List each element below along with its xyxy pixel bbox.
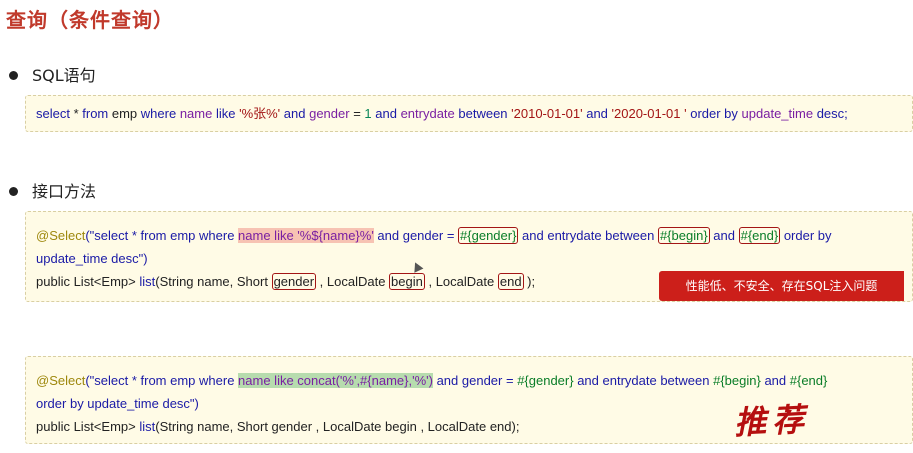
code-token: entrydate xyxy=(400,106,455,121)
code-token: public List<Emp> xyxy=(36,419,140,434)
arg-gender: gender xyxy=(271,273,317,290)
code-token: select xyxy=(36,106,70,121)
code-token: order by xyxy=(780,228,832,243)
code-token: (String name, Short xyxy=(155,274,272,289)
section-interface-heading: 接口方法 xyxy=(32,182,97,201)
code-token: emp xyxy=(108,106,141,121)
warning-badge: 性能低、不安全、存在SQL注入问题 xyxy=(659,271,904,301)
code-line: @Select("select * from emp where name li… xyxy=(36,369,902,392)
param-end: #{end} xyxy=(789,373,828,388)
code-token: list xyxy=(139,274,156,289)
arg-end: end xyxy=(497,273,524,290)
bullet-dot xyxy=(9,187,18,196)
code-line: @Select("select * from emp where name li… xyxy=(36,224,902,247)
param-end: #{end} xyxy=(738,227,781,244)
code-token: and xyxy=(371,106,401,121)
code-token: update_time xyxy=(741,106,814,121)
code-token: and gender = xyxy=(373,228,459,243)
annotation: @Select xyxy=(36,373,86,388)
code-line: update_time desc") xyxy=(36,251,148,266)
param-begin: #{begin} xyxy=(657,227,710,244)
code-token: where xyxy=(140,106,177,121)
sql-code-block: select * from emp where name like '%张%' … xyxy=(25,95,913,132)
code-token: '%张%' xyxy=(235,106,284,121)
param-gender: #{gender} xyxy=(458,227,519,244)
code-token: gender xyxy=(305,106,354,121)
arg-begin: begin xyxy=(389,273,425,290)
bullet-dot xyxy=(9,71,18,80)
annotation: @Select xyxy=(36,228,86,243)
code-token: list xyxy=(139,419,156,434)
code-token: between xyxy=(454,106,512,121)
section-sql-heading: SQL语句 xyxy=(32,66,96,85)
code-token: '2010-01-01' xyxy=(511,106,583,121)
code-token: and xyxy=(709,228,739,243)
code-token: * xyxy=(69,106,83,121)
code-token: and entrydate between xyxy=(573,373,714,388)
section-interface: 接口方法 xyxy=(9,178,96,202)
code-token: and xyxy=(760,373,790,388)
code-token: ); xyxy=(523,274,536,289)
code-token: and xyxy=(582,106,612,121)
code-token: and entrydate between xyxy=(518,228,658,243)
section-sql: SQL语句 xyxy=(9,62,96,86)
code-token: public List<Emp> xyxy=(36,274,140,289)
code-token: and xyxy=(283,106,306,121)
code-token: desc; xyxy=(813,106,848,121)
code-token: = xyxy=(353,106,365,121)
code-token: like xyxy=(215,106,236,121)
code-token: ("select * from emp where xyxy=(85,373,239,388)
page-title: 查询（条件查询） xyxy=(6,8,174,32)
param-gender: #{gender} xyxy=(517,373,574,388)
code-token: ("select * from emp where xyxy=(85,228,239,243)
code-token: from xyxy=(82,106,109,121)
highlight-safe: name like concat('%',#{name},'%') xyxy=(238,373,433,388)
highlight-unsafe: name like '%${name}%' xyxy=(238,228,374,243)
code-token: and gender = xyxy=(432,373,518,388)
code-token: '2020-01-01 ' xyxy=(611,106,687,121)
code-token: , LocalDate xyxy=(424,274,498,289)
code-token: (String name, Short gender , LocalDate b… xyxy=(155,419,520,434)
recommend-label: 推荐 xyxy=(733,400,812,442)
code-token: , LocalDate xyxy=(316,274,390,289)
code-token: 1 xyxy=(364,106,372,121)
code-token: name xyxy=(176,106,216,121)
code-token: order by xyxy=(686,106,742,121)
param-begin: #{begin} xyxy=(713,373,761,388)
